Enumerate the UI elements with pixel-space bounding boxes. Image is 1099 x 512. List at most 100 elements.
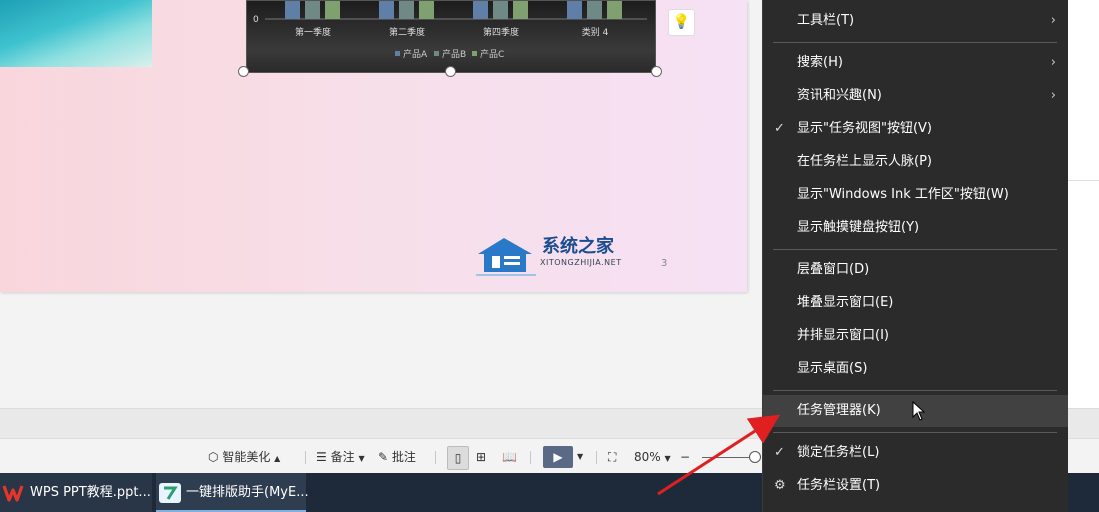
legend-swatch-a: [395, 51, 400, 56]
taskbar-app-label: 一键排版助手(MyE...: [186, 485, 309, 500]
menu-separator: [773, 390, 1057, 391]
cube-icon: ⬡: [208, 450, 219, 464]
menu-item-label: 任务管理器(K): [797, 403, 881, 418]
menu-item-task-view-button[interactable]: ✓ 显示"任务视图"按钮(V): [763, 113, 1068, 145]
gear-icon: ⚙: [774, 478, 786, 493]
menu-item-touch-keyboard[interactable]: 显示触摸键盘按钮(Y): [763, 212, 1068, 244]
chart-category-label: 第二季度: [389, 26, 425, 38]
status-separator: [305, 451, 306, 464]
chart-bar: [493, 1, 508, 19]
zoom-dropdown[interactable]: 80% ▼: [634, 446, 671, 468]
check-icon: ✓: [774, 121, 785, 136]
legend-label: 产品B: [442, 48, 466, 60]
mouse-cursor-icon: [912, 401, 926, 421]
slide-page-number: 3: [661, 258, 668, 269]
chart-y-zero-label: 0: [253, 15, 259, 25]
slide-beach-image[interactable]: [0, 0, 152, 67]
zoom-slider-thumb[interactable]: [749, 451, 761, 463]
play-dropdown-icon[interactable]: ▼: [577, 446, 583, 468]
wps-icon: [2, 484, 24, 502]
chart-svg: 0 第一季度 第二季度 第四季度 类别 4 产品A 产品B 产品C: [253, 1, 647, 60]
menu-item-label: 资讯和兴趣(N): [797, 88, 882, 103]
taskbar-app-wps[interactable]: WPS PPT教程.ppt...: [0, 473, 152, 512]
chart-bar: [325, 1, 340, 19]
notes-button[interactable]: ☰ 备注 ▼: [316, 446, 365, 468]
chart-bar: [513, 1, 528, 19]
legend-swatch-b: [434, 51, 439, 56]
menu-item-label: 搜索(H): [797, 55, 843, 70]
slide-canvas[interactable]: 0 第一季度 第二季度 第四季度 类别 4 产品A 产品B 产品C 💡 系统之家…: [0, 0, 747, 292]
chart-category-label: 第四季度: [483, 26, 519, 38]
chevron-right-icon: ›: [1050, 55, 1056, 70]
menu-item-news-interests[interactable]: 资讯和兴趣(N) ›: [763, 80, 1068, 112]
menu-item-label: 层叠窗口(D): [797, 262, 870, 277]
menu-separator: [773, 249, 1057, 250]
logo-title: 系统之家: [542, 236, 614, 257]
fit-screen-icon[interactable]: ⛶: [608, 446, 616, 468]
chart-bar: [379, 1, 394, 19]
menu-item-show-desktop[interactable]: 显示桌面(S): [763, 353, 1068, 385]
resize-handle-bottom-right[interactable]: [651, 66, 662, 77]
menu-item-lock-taskbar[interactable]: ✓ 锁定任务栏(L): [763, 437, 1068, 469]
resize-handle-bottom-left[interactable]: [238, 66, 249, 77]
comment-icon: ✎: [378, 450, 389, 464]
zoom-out-button[interactable]: −: [680, 446, 690, 468]
resize-handle-bottom-center[interactable]: [445, 66, 456, 77]
menu-item-cascade-windows[interactable]: 层叠窗口(D): [763, 254, 1068, 286]
chart-bars: [285, 1, 622, 19]
zoom-slider-track[interactable]: [702, 457, 752, 458]
comment-button[interactable]: ✎ 批注: [378, 446, 416, 468]
menu-item-label: 并排显示窗口(I): [797, 328, 889, 343]
chart-bar: [567, 1, 582, 19]
chart-bar: [473, 1, 488, 19]
slide-chart[interactable]: 0 第一季度 第二季度 第四季度 类别 4 产品A 产品B 产品C: [246, 0, 656, 73]
check-icon: ✓: [774, 445, 785, 460]
legend-label: 产品A: [403, 48, 428, 60]
notes-label: 备注: [330, 450, 355, 464]
house-logo-icon: [476, 238, 536, 276]
chart-bar: [399, 1, 414, 19]
menu-item-windows-ink[interactable]: 显示"Windows Ink 工作区"按钮(W): [763, 179, 1068, 211]
menu-item-stack-windows[interactable]: 堆叠显示窗口(E): [763, 287, 1068, 319]
menu-item-side-by-side[interactable]: 并排显示窗口(I): [763, 320, 1068, 352]
menu-item-label: 锁定任务栏(L): [797, 445, 880, 460]
menu-item-label: 显示"任务视图"按钮(V): [797, 121, 932, 136]
taskbar-context-menu: 工具栏(T) › 搜索(H) › 资讯和兴趣(N) › ✓ 显示"任务视图"按钮…: [762, 0, 1068, 512]
caret-up-icon: ▲: [274, 454, 281, 463]
menu-item-label: 显示"Windows Ink 工作区"按钮(W): [797, 187, 1009, 202]
legend-label: 产品C: [480, 48, 504, 60]
chart-category-label: 第一季度: [295, 26, 331, 38]
menu-item-taskbar-settings[interactable]: ⚙ 任务栏设置(T): [763, 470, 1068, 502]
chevron-right-icon: ›: [1050, 13, 1056, 28]
normal-view-icon[interactable]: ▯: [447, 446, 469, 470]
reading-view-icon[interactable]: 📖: [502, 446, 517, 468]
watermark-logo: 系统之家 XITONGZHIJIA.NET: [474, 232, 644, 284]
menu-item-toolbars[interactable]: 工具栏(T) ›: [763, 5, 1068, 37]
lightbulb-icon[interactable]: 💡: [668, 9, 695, 36]
menu-item-label: 显示桌面(S): [797, 361, 868, 376]
play-icon[interactable]: ▶: [543, 446, 573, 468]
chart-bar: [285, 1, 300, 19]
notes-icon: ☰: [316, 450, 327, 464]
status-separator: [596, 451, 597, 464]
status-separator: [530, 451, 531, 464]
chart-bar: [305, 1, 320, 19]
beautify-button[interactable]: ⬡ 智能美化 ▲: [208, 446, 280, 468]
chart-bar: [587, 1, 602, 19]
taskbar-app-helper[interactable]: 一键排版助手(MyE...: [156, 473, 309, 512]
menu-item-search[interactable]: 搜索(H) ›: [763, 47, 1068, 79]
beautify-label: 智能美化: [222, 450, 271, 464]
grid-view-icon[interactable]: ⊞: [476, 446, 486, 468]
status-separator: [435, 451, 436, 464]
menu-item-label: 堆叠显示窗口(E): [797, 295, 894, 310]
taskbar-app-label: WPS PPT教程.ppt...: [30, 485, 151, 500]
comment-label: 批注: [391, 450, 416, 464]
menu-item-show-people[interactable]: 在任务栏上显示人脉(P): [763, 146, 1068, 178]
menu-separator: [773, 42, 1057, 43]
menu-item-label: 在任务栏上显示人脉(P): [797, 154, 932, 169]
menu-separator: [773, 432, 1057, 433]
menu-item-label: 显示触摸键盘按钮(Y): [797, 220, 920, 235]
logo-subtitle: XITONGZHIJIA.NET: [540, 258, 622, 267]
helper-app-icon: [159, 482, 181, 503]
menu-item-label: 任务栏设置(T): [797, 478, 881, 493]
